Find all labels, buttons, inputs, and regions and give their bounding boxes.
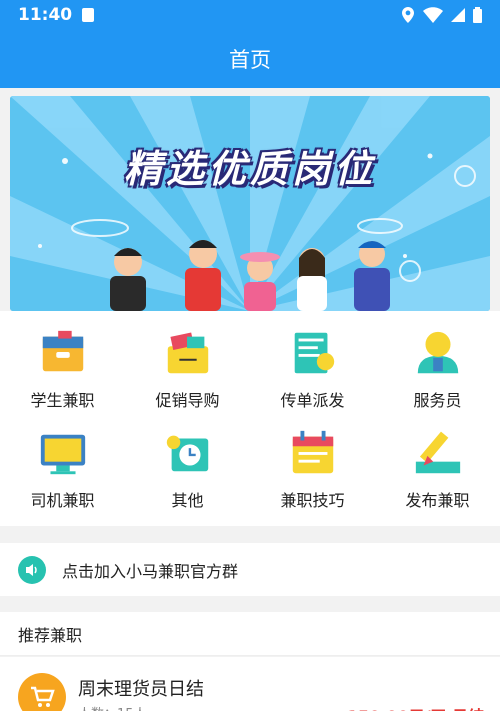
job-headcount: 人数：15人 [78, 703, 147, 711]
status-bar: 11:40 [0, 0, 500, 30]
category-label: 兼职技巧 [280, 491, 345, 510]
calendar-icon [292, 430, 333, 474]
driver-icon [40, 434, 85, 475]
wifi-icon [423, 7, 443, 23]
status-time: 11:40 [18, 5, 73, 25]
category-waiter[interactable]: 服务员 [375, 311, 500, 411]
category-label: 学生兼职 [30, 391, 95, 410]
recommend-section-title: 推荐兼职 [0, 612, 500, 656]
banner-illustration [10, 96, 490, 311]
category-grid: 学生兼职 促销导购 传单派发 服务员 司机兼职 其他 兼职技巧 发布兼职 [0, 311, 500, 526]
location-icon [402, 7, 414, 23]
category-label: 司机兼职 [30, 491, 95, 510]
banner-title: 精选优质岗位 [123, 147, 376, 191]
category-label: 传单派发 [280, 391, 345, 410]
category-student[interactable]: 学生兼职 [0, 311, 125, 411]
job-pay: 150.00元/天 日结 [347, 703, 484, 711]
clock-icon [166, 435, 208, 472]
signal-icon [451, 8, 465, 22]
flyer-icon [294, 332, 334, 374]
category-other[interactable]: 其他 [125, 411, 250, 511]
category-label: 促销导购 [155, 391, 220, 410]
category-tips[interactable]: 兼职技巧 [250, 411, 375, 511]
category-flyer[interactable]: 传单派发 [250, 311, 375, 411]
notice-text: 点击加入小马兼职官方群 [62, 561, 239, 581]
category-label: 服务员 [413, 391, 462, 410]
battery-icon [473, 7, 482, 23]
app-bar: 首页 [0, 30, 500, 88]
waiter-icon [417, 331, 458, 374]
category-driver[interactable]: 司机兼职 [0, 411, 125, 511]
category-label: 发布兼职 [405, 491, 470, 510]
category-label: 其他 [171, 491, 204, 510]
student-icon [42, 330, 83, 372]
shopping-basket-icon [167, 332, 208, 374]
page-title: 首页 [229, 48, 271, 72]
speaker-icon [18, 555, 46, 584]
job-list-item[interactable]: 周末理货员日结 人数：15人 150.00元/天 日结 [0, 657, 500, 711]
category-publish[interactable]: 发布兼职 [375, 411, 500, 511]
cart-icon [18, 673, 66, 711]
status-icons [401, 7, 482, 23]
job-title: 周末理货员日结 [78, 679, 204, 700]
recommend-title: 推荐兼职 [18, 625, 83, 645]
join-group-notice[interactable]: 点击加入小马兼职官方群 [0, 543, 500, 596]
pencil-icon [415, 431, 460, 474]
promo-banner[interactable]: 精选优质岗位 [10, 96, 490, 311]
sd-card-icon [82, 8, 95, 22]
category-promotion[interactable]: 促销导购 [125, 311, 250, 411]
